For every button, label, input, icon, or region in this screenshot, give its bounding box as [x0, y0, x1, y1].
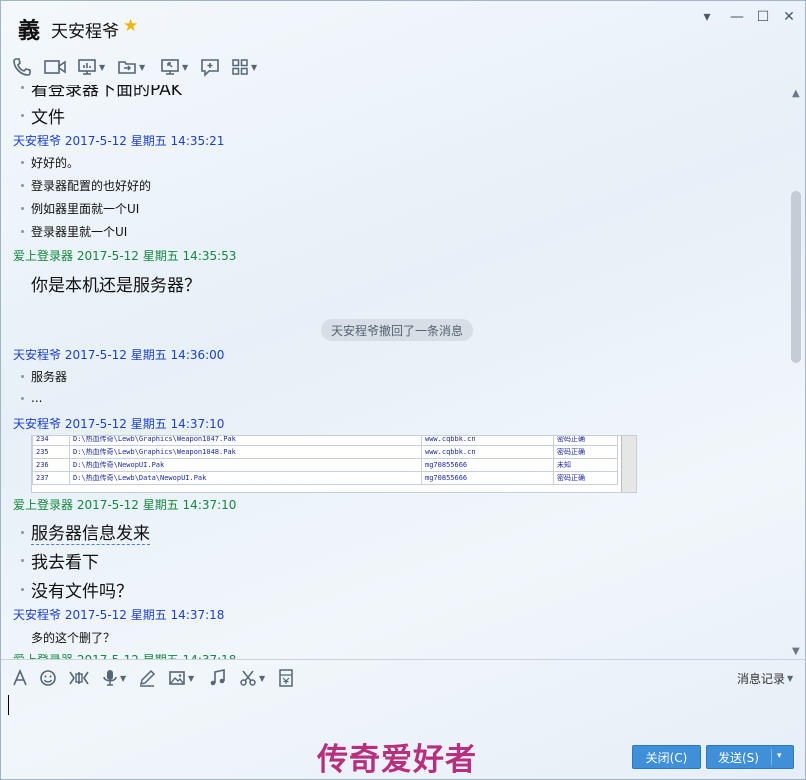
- message-header: 爱上登录器 2017-5-12 星期五 14:37:18: [13, 651, 236, 659]
- contact-toolbar: ▼ ▼ ▼ ▼: [1, 51, 806, 85]
- voice-icon[interactable]: ▼: [102, 667, 126, 689]
- font-icon[interactable]: [11, 667, 29, 689]
- input-toolbar: ▼ ▼ ▼ 消息记录 ▼: [1, 665, 806, 691]
- phone-icon[interactable]: [12, 55, 32, 79]
- screenshot-scrollbar: [621, 436, 636, 492]
- message-line: 没有文件吗？: [21, 577, 133, 602]
- chat-window: 義 天安程爷 ★ ▾ — ☐ ✕ ▼ ▼ ▼ ▼ 看登录器下面的PAK 文件 天…: [0, 0, 806, 780]
- contact-avatar[interactable]: 義: [15, 15, 43, 44]
- scroll-thumb[interactable]: [791, 191, 801, 363]
- title-bar: 義 天安程爷 ★ ▾ — ☐ ✕: [1, 1, 806, 51]
- message-line: ...: [21, 391, 42, 405]
- vip-star-icon: ★: [123, 16, 139, 36]
- message-header: 天安程爷 2017-5-12 星期五 14:36:00: [13, 348, 225, 362]
- video-icon[interactable]: [43, 55, 67, 79]
- close-button[interactable]: 关闭(C): [632, 745, 701, 769]
- message-line: 服务器: [21, 368, 67, 385]
- send-button[interactable]: 发送(S) ▾: [706, 745, 794, 769]
- message-line: 登录器配置的也好好的: [21, 177, 151, 194]
- recall-notice: 天安程爷撤回了一条消息: [321, 319, 473, 341]
- message-line: 服务器信息发来: [21, 519, 150, 545]
- screenshot-image[interactable]: 234 D:\热血传奇\Lewb\Graphics\Weapon1047.Pak…: [31, 435, 637, 493]
- close-window-button[interactable]: ✕: [779, 9, 799, 25]
- music-icon[interactable]: [209, 667, 227, 689]
- message-header: 爱上登录器 2017-5-12 星期五 14:37:10: [13, 498, 237, 512]
- message-line: 例如器里面就一个UI: [21, 200, 139, 217]
- message-board-icon[interactable]: [200, 55, 220, 79]
- message-scrollbar[interactable]: ▲ ▼: [790, 85, 806, 659]
- minimize-button[interactable]: —: [727, 9, 747, 25]
- message-line: 登录器里就一个UI: [21, 223, 127, 240]
- history-button[interactable]: 消息记录 ▼: [737, 670, 793, 687]
- message-header: 天安程爷 2017-5-12 星期五 14:37:10: [13, 417, 225, 431]
- scroll-up-icon[interactable]: ▲: [792, 88, 800, 99]
- contact-name[interactable]: 天安程爷: [51, 17, 119, 42]
- message-line: 多的这个删了？: [31, 631, 116, 645]
- emoji-icon[interactable]: [39, 667, 57, 689]
- watermark-text: 传奇爱好者: [317, 742, 477, 778]
- message-list[interactable]: 看登录器下面的PAK 文件 天安程爷 2017-5-12 星期五 14:35:2…: [1, 85, 789, 659]
- message-line: 我去看下: [21, 548, 99, 573]
- table-row: 234 D:\热血传奇\Lewb\Graphics\Weapon1047.Pak…: [32, 436, 618, 446]
- screenshot-icon[interactable]: ▼: [239, 667, 265, 689]
- send-options-caret-icon[interactable]: ▾: [777, 751, 782, 761]
- remote-desktop-icon[interactable]: ▼: [160, 55, 188, 79]
- message-line: 好好的。: [21, 154, 79, 171]
- gif-icon[interactable]: [68, 667, 90, 689]
- table-row: 237 D:\热血传奇\Lewb\Data\NewopUI.Pak mg7085…: [32, 471, 618, 485]
- red-packet-icon[interactable]: [278, 667, 294, 689]
- message-header: 天安程爷 2017-5-12 星期五 14:37:18: [13, 608, 225, 622]
- input-divider[interactable]: [1, 659, 806, 660]
- menu-caret-icon[interactable]: ▾: [697, 9, 717, 25]
- handwrite-icon[interactable]: [138, 667, 156, 689]
- screen-share-icon[interactable]: ▼: [77, 55, 105, 79]
- message-line: 文件: [21, 103, 65, 128]
- maximize-button[interactable]: ☐: [753, 9, 773, 25]
- scroll-down-icon[interactable]: ▼: [792, 646, 800, 657]
- file-transfer-icon[interactable]: ▼: [117, 55, 145, 79]
- apps-icon[interactable]: ▼: [231, 55, 257, 79]
- table-row: 235 D:\热血传奇\Lewb\Graphics\Weapon1048.Pak…: [32, 445, 618, 459]
- message-line: 看登录器下面的PAK: [21, 85, 182, 100]
- message-line: 你是本机还是服务器？: [31, 276, 201, 296]
- table-row: 236 D:\热血传奇\NewopUI.Pak mg70855666 未知: [32, 458, 618, 472]
- text-input-cursor[interactable]: [8, 695, 9, 715]
- screenshot-table: 234 D:\热血传奇\Lewb\Graphics\Weapon1047.Pak…: [32, 436, 618, 485]
- message-header: 爱上登录器 2017-5-12 星期五 14:35:53: [13, 249, 237, 263]
- message-header: 天安程爷 2017-5-12 星期五 14:35:21: [13, 134, 225, 148]
- image-icon[interactable]: ▼: [168, 667, 194, 689]
